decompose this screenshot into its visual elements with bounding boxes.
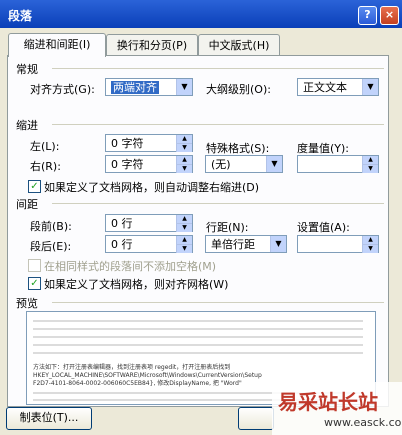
right-indent-label: 右(R): [30,160,61,173]
special-indent-select[interactable]: (无) ▼ [205,155,283,173]
special-indent-value: (无) [211,158,231,171]
preview-prev-line [33,352,363,354]
chevron-down-icon: ▼ [270,236,286,252]
after-label: 段后(E): [30,240,72,253]
line-spacing-value: 单倍行距 [211,238,255,251]
left-indent-stepper[interactable]: 0 字符 ▲ ▼ [105,134,193,152]
space-after-value: 0 行 [111,238,133,251]
spin-up-icon[interactable]: ▲ [176,215,192,223]
left-indent-label: 左(L): [30,140,60,153]
alignment-value: 两端对齐 [111,81,159,94]
preview-separator [52,302,384,303]
auto-adjust-label: 如果定义了文档网格，则自动调整右缩进(D) [44,181,260,194]
spin-down-icon[interactable]: ▼ [176,223,192,232]
outline-level-select[interactable]: 正文文本 ▼ [297,78,379,96]
spin-up-icon[interactable]: ▲ [176,156,192,164]
tab-line-page-breaks[interactable]: 换行和分页(P) [106,34,198,56]
no-space-same-style-checkbox[interactable] [28,259,41,272]
space-before-stepper[interactable]: 0 行 ▲ ▼ [105,214,193,232]
space-after-stepper[interactable]: 0 行 ▲ ▼ [105,235,193,253]
spin-down-icon[interactable]: ▼ [176,143,192,152]
general-separator [52,68,384,69]
by-stepper[interactable]: ▲ ▼ [297,155,379,173]
right-indent-stepper[interactable]: 0 字符 ▲ ▼ [105,155,193,173]
indent-heading: 缩进 [16,119,38,132]
space-before-value: 0 行 [111,217,133,230]
right-indent-value: 0 字符 [111,158,144,171]
spacing-heading: 间距 [16,198,38,211]
preview-prev-line [33,320,363,322]
snap-to-grid-checkbox[interactable]: ✓ [28,277,41,290]
chevron-down-icon: ▼ [176,79,192,95]
spin-up-icon[interactable]: ▲ [362,236,378,244]
outline-level-label: 大纲级别(O): [206,83,271,96]
no-space-same-style-label: 在相同样式的段落间不添加空格(M) [44,260,217,273]
before-label: 段前(B): [30,220,72,233]
preview-prev-line [33,336,363,338]
preview-heading: 预览 [16,297,38,310]
line-spacing-select[interactable]: 单倍行距 ▼ [205,235,287,253]
tabs-button[interactable]: 制表位(T)... [6,407,92,430]
tab-indent-spacing[interactable]: 缩进和间距(I) [8,33,106,57]
preview-sample-line: HKEY_LOCAL_MACHINE\SOFTWARE\Microsoft\Wi… [33,372,262,379]
line-spacing-label: 行距(N): [206,221,249,234]
ok-button[interactable] [238,407,274,430]
spacing-separator [52,203,384,204]
at-label: 设置值(A): [297,221,350,234]
alignment-select[interactable]: 两端对齐 ▼ [105,78,193,96]
spin-down-icon[interactable]: ▼ [176,164,192,173]
left-indent-value: 0 字符 [111,137,144,150]
preview-prev-line [33,328,363,330]
preview-sample-line: F2D7-4101-8064-0002-006060C5EB84}, 修改Dis… [33,380,242,387]
spin-up-icon[interactable]: ▲ [362,156,378,164]
by-label: 度量值(Y): [297,142,350,155]
special-indent-label: 特殊格式(S): [206,142,270,155]
dialog-title: 段落 [8,9,33,23]
indent-separator [52,124,384,125]
auto-adjust-checkbox[interactable]: ✓ [28,180,41,193]
chevron-down-icon: ▼ [362,79,378,95]
snap-to-grid-label: 如果定义了文档网格，则对齐网格(W) [44,278,229,291]
spin-up-icon[interactable]: ▲ [176,135,192,143]
at-stepper[interactable]: ▲ ▼ [297,235,379,253]
watermark: 易采站长站 www.easck.com [272,382,402,435]
spin-down-icon[interactable]: ▼ [362,244,378,253]
watermark-url: www.easck.com [324,416,402,429]
spin-down-icon[interactable]: ▼ [176,244,192,253]
watermark-text: 易采站长站 [278,390,378,414]
spin-up-icon[interactable]: ▲ [176,236,192,244]
title-bar: 段落 ? × [0,0,402,28]
close-button[interactable]: × [380,6,399,25]
spin-down-icon[interactable]: ▼ [362,164,378,173]
general-heading: 常规 [16,63,38,76]
tab-asian-typography[interactable]: 中文版式(H) [198,34,280,56]
chevron-down-icon: ▼ [266,156,282,172]
preview-prev-line [33,344,363,346]
alignment-label: 对齐方式(G): [30,83,95,96]
preview-sample-line: 方法如下：打开注册表编辑器，找到注册表项 regedit，打开注册表后找到 [33,364,231,371]
outline-level-value: 正文文本 [303,81,347,94]
help-button[interactable]: ? [358,6,377,25]
